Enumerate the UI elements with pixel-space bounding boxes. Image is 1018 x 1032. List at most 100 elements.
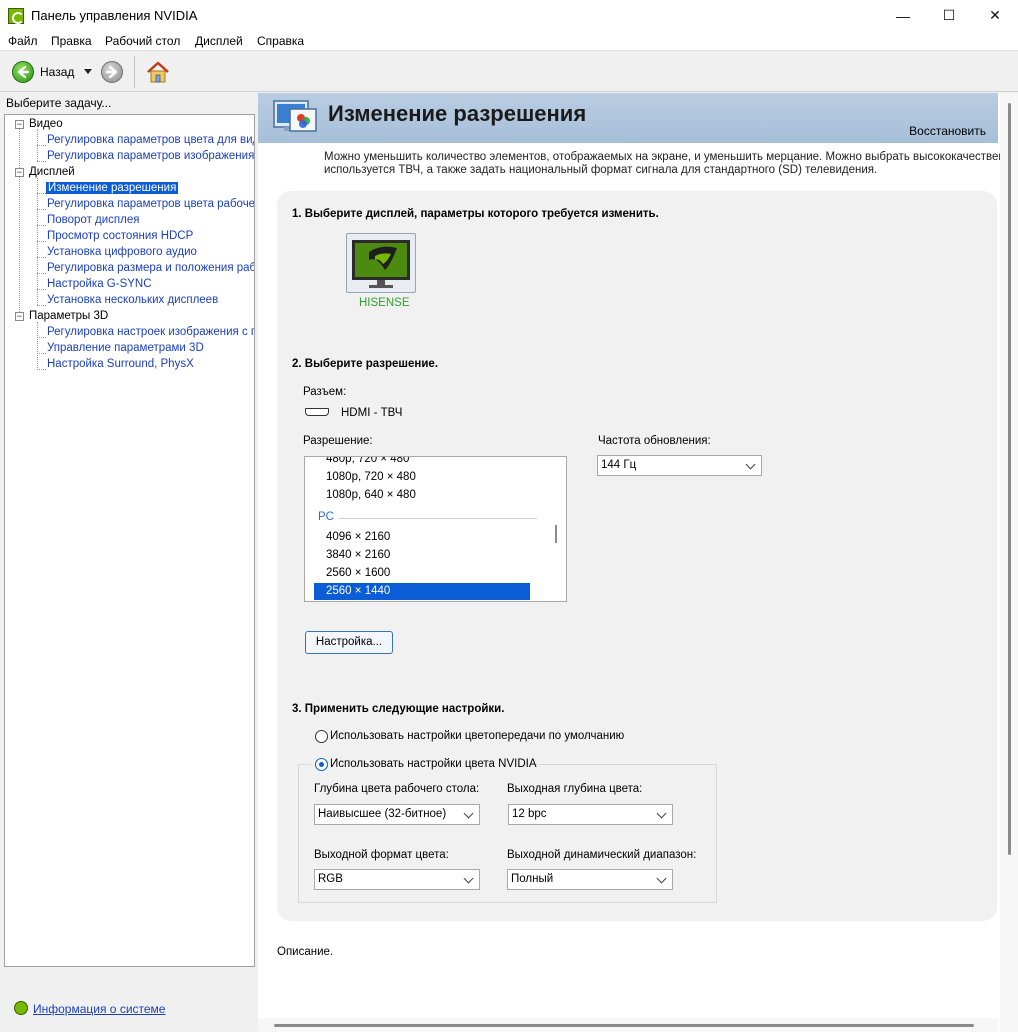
refresh-rate-value: 144 Гц <box>601 459 637 471</box>
customize-button[interactable]: Настройка... <box>305 631 393 654</box>
tree-item-surround-physx[interactable]: Настройка Surround, PhysX <box>47 358 194 370</box>
pc-group-divider <box>339 518 537 519</box>
tree-item-desktop-size[interactable]: Регулировка размера и положения рабо <box>47 262 254 274</box>
restore-defaults-link[interactable]: Восстановить <box>909 124 986 138</box>
close-button[interactable]: ✕ <box>972 0 1018 31</box>
step2-heading: 2. Выберите разрешение. <box>292 358 439 370</box>
tree-item-gsync[interactable]: Настройка G-SYNC <box>47 278 152 290</box>
dynamic-range-label: Выходной динамический диапазон: <box>507 849 697 861</box>
menu-desktop[interactable]: Рабочий стол <box>105 34 180 48</box>
connector-label: Разъем: <box>303 386 347 398</box>
step1-heading: 1. Выберите дисплей, параметры которого … <box>292 208 659 220</box>
tree-item-digital-audio[interactable]: Установка цифрового аудио <box>47 246 197 258</box>
description-heading: Описание. <box>277 946 334 958</box>
display-settings-icon <box>272 97 320 139</box>
back-button[interactable]: Назад <box>10 60 78 84</box>
connector-value: HDMI - ТВЧ <box>341 407 403 419</box>
system-info-icon <box>14 1001 28 1015</box>
dynamic-range-value: Полный <box>511 873 554 885</box>
minimize-button[interactable]: — <box>880 0 926 31</box>
system-info-link[interactable]: Информация о системе <box>33 1002 165 1016</box>
resolution-list[interactable]: 480p, 720 × 480 1080p, 720 × 480 1080p, … <box>304 456 567 602</box>
output-depth-label: Выходная глубина цвета: <box>507 783 643 795</box>
output-format-value: RGB <box>318 873 343 885</box>
chevron-down-icon <box>463 808 474 819</box>
menu-bar: Файл Правка Рабочий стол Дисплей Справка <box>0 31 1018 51</box>
content-pane: Изменение разрешения Восстановить Можно … <box>258 93 1018 1032</box>
toolbar-divider <box>134 56 135 88</box>
task-tree[interactable]: − Видео Регулировка параметров цвета для… <box>4 114 255 967</box>
collapse-display-icon[interactable]: − <box>15 168 24 177</box>
monitor-icon <box>352 240 410 288</box>
vertical-scrollbar-thumb[interactable] <box>1008 103 1011 855</box>
tree-item-multiple-displays[interactable]: Установка нескольких дисплеев <box>47 294 218 306</box>
resolution-option[interactable]: 2560 × 1600 <box>314 565 530 582</box>
back-label: Назад <box>40 65 75 79</box>
dynamic-range-dropdown[interactable]: Полный <box>507 869 673 890</box>
radio-default-color[interactable] <box>315 730 328 743</box>
nvidia-app-icon <box>8 8 24 24</box>
pc-group-header: PC <box>318 511 334 523</box>
resolution-label: Разрешение: <box>303 435 373 447</box>
maximize-button[interactable]: ☐ <box>926 0 972 31</box>
radio-default-color-label[interactable]: Использовать настройки цветопередачи по … <box>330 730 624 742</box>
output-depth-dropdown[interactable]: 12 bpc <box>508 804 673 825</box>
back-arrow-icon <box>12 61 34 83</box>
page-description-line1: Можно уменьшить количество элементов, от… <box>324 151 1014 163</box>
tree-category-3d[interactable]: Параметры 3D <box>29 310 108 322</box>
display-hisense-tile[interactable] <box>346 233 416 293</box>
page-title: Изменение разрешения <box>328 101 587 126</box>
tree-item-hdcp-status[interactable]: Просмотр состояния HDCP <box>47 230 193 242</box>
menu-file[interactable]: Файл <box>8 34 38 48</box>
step3-heading: 3. Применить следующие настройки. <box>292 703 505 715</box>
chevron-down-icon <box>745 459 756 470</box>
collapse-video-icon[interactable]: − <box>15 120 24 129</box>
home-icon[interactable] <box>145 59 171 85</box>
resolution-option[interactable]: 1080p, 640 × 480 <box>314 487 530 504</box>
tree-item-change-resolution[interactable]: Изменение разрешения <box>46 182 179 194</box>
collapse-3d-icon[interactable]: − <box>15 312 24 321</box>
resolution-option[interactable]: 3840 × 2160 <box>314 547 530 564</box>
refresh-rate-label: Частота обновления: <box>598 435 711 447</box>
hdmi-icon <box>305 408 329 416</box>
resolution-option-selected[interactable]: 2560 × 1440 <box>314 583 530 600</box>
display-name-label: HISENSE <box>359 297 410 309</box>
menu-help[interactable]: Справка <box>257 34 304 48</box>
tree-item-desktop-color[interactable]: Регулировка параметров цвета рабочег <box>47 198 254 210</box>
toolbar: Назад <box>0 52 1018 92</box>
tree-item-video-image[interactable]: Регулировка параметров изображения д <box>47 150 254 162</box>
horizontal-scrollbar-thumb[interactable] <box>274 1024 974 1027</box>
resolution-option[interactable]: 1080p, 720 × 480 <box>314 469 530 486</box>
tree-item-manage-3d[interactable]: Управление параметрами 3D <box>47 342 204 354</box>
output-format-dropdown[interactable]: RGB <box>314 869 480 890</box>
forward-arrow-icon[interactable] <box>101 61 123 83</box>
radio-nvidia-color[interactable] <box>315 758 328 771</box>
menu-display[interactable]: Дисплей <box>195 34 243 48</box>
desktop-depth-value: Наивысшее (32-битное) <box>318 808 447 820</box>
page-banner: Изменение разрешения Восстановить <box>258 93 998 143</box>
page-description-line2: используется ТВЧ, а также задать национа… <box>324 164 878 176</box>
radio-nvidia-color-label[interactable]: Использовать настройки цвета NVIDIA <box>330 758 536 770</box>
tree-category-display[interactable]: Дисплей <box>29 166 75 178</box>
output-format-label: Выходной формат цвета: <box>314 849 449 861</box>
vertical-scrollbar[interactable] <box>1000 93 1018 1032</box>
desktop-depth-label: Глубина цвета рабочего стола: <box>314 783 480 795</box>
resolution-option[interactable]: 480p, 720 × 480 <box>314 457 530 468</box>
title-bar: Панель управления NVIDIA — ☐ ✕ <box>0 0 1018 31</box>
tree-category-video[interactable]: Видео <box>29 118 63 130</box>
page-description: Можно уменьшить количество элементов, от… <box>324 151 1014 177</box>
choose-task-label: Выберите задачу... <box>6 96 112 110</box>
horizontal-scrollbar[interactable] <box>258 1018 998 1032</box>
window-title: Панель управления NVIDIA <box>31 8 198 23</box>
tree-item-rotate-display[interactable]: Поворот дисплея <box>47 214 139 226</box>
chevron-down-icon <box>656 873 667 884</box>
desktop-depth-dropdown[interactable]: Наивысшее (32-битное) <box>314 804 480 825</box>
chevron-down-icon <box>463 873 474 884</box>
back-dropdown-icon[interactable] <box>84 69 92 74</box>
tree-item-video-color[interactable]: Регулировка параметров цвета для вид <box>47 134 254 146</box>
menu-edit[interactable]: Правка <box>51 34 92 48</box>
refresh-rate-dropdown[interactable]: 144 Гц <box>597 455 762 476</box>
resolution-list-scrollbar[interactable] <box>555 525 557 543</box>
resolution-option[interactable]: 4096 × 2160 <box>314 529 530 546</box>
tree-item-3d-image-settings[interactable]: Регулировка настроек изображения с пр <box>47 326 254 338</box>
